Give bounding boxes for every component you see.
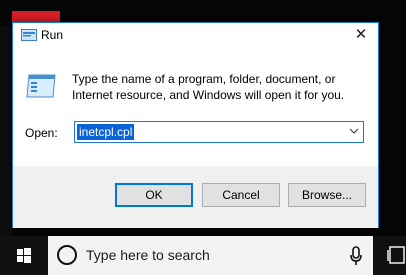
- task-view-icon[interactable]: [387, 244, 406, 266]
- window-title: Run: [41, 28, 64, 42]
- taskbar-search-box[interactable]: Type here to search: [48, 236, 373, 275]
- windows-logo-icon[interactable]: [0, 236, 48, 275]
- instruction-text: Type the name of a program, folder, docu…: [72, 72, 345, 102]
- run-app-icon: [26, 74, 56, 98]
- open-input[interactable]: inetcpl.cpl: [77, 124, 135, 140]
- cortana-circle-icon[interactable]: [57, 245, 77, 265]
- close-button[interactable]: ✕: [344, 23, 378, 47]
- desktop-edge: [0, 26, 12, 236]
- microphone-icon[interactable]: [349, 246, 363, 266]
- browse-button[interactable]: Browse...: [288, 183, 366, 207]
- run-dialog: Run ✕ Type the name of a program, folder…: [12, 22, 379, 228]
- title-bar[interactable]: Run ✕: [13, 23, 378, 47]
- chevron-down-icon[interactable]: [349, 126, 359, 136]
- search-placeholder: Type here to search: [86, 247, 210, 263]
- close-icon: ✕: [354, 26, 368, 43]
- taskbar: Type here to search: [0, 236, 406, 275]
- open-label: Open:: [25, 126, 58, 140]
- open-combobox[interactable]: inetcpl.cpl: [74, 121, 364, 143]
- run-icon: [21, 29, 37, 41]
- ok-button[interactable]: OK: [115, 183, 193, 207]
- cancel-button[interactable]: Cancel: [202, 183, 280, 207]
